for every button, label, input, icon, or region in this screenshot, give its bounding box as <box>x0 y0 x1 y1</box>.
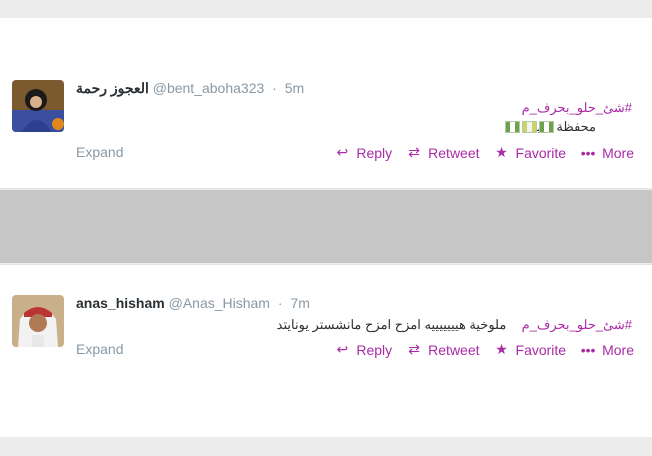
star-icon: ★ <box>495 144 508 160</box>
money-emoji-icon <box>505 121 520 133</box>
tweet-actions: ↩ Reply ⇄ Retweet ★ Favorite ••• More <box>334 341 634 358</box>
expand-link[interactable]: Expand <box>76 341 123 357</box>
separator: · <box>277 295 283 311</box>
reply-arrow-icon: ↩ <box>336 341 349 357</box>
reply-arrow-icon: ↩ <box>336 144 349 160</box>
more-button[interactable]: ••• More <box>580 145 634 161</box>
more-button[interactable]: ••• More <box>580 342 634 358</box>
favorite-label: Favorite <box>515 144 567 161</box>
retweet-arrows-icon: ⇄ <box>408 341 421 357</box>
money-emoji-icon <box>522 121 537 133</box>
tweet-hashtag-line: #شئ_حلو_بحرف_م <box>522 100 632 116</box>
reply-button[interactable]: ↩ Reply <box>334 144 392 161</box>
star-icon: ★ <box>495 341 508 357</box>
tweet-text: #شئ_حلو_بحرف_م ملوخية هيييييييه امزح امز… <box>277 317 632 333</box>
username[interactable]: @bent_aboha323 <box>153 80 265 96</box>
favorite-label: Favorite <box>515 341 567 358</box>
timeline-gap <box>0 190 652 263</box>
ellipsis-icon: ••• <box>580 144 596 161</box>
emoji-row <box>505 121 554 133</box>
retweet-arrows-icon: ⇄ <box>408 144 421 160</box>
username[interactable]: @Anas_Hisham <box>169 295 270 311</box>
tweet-header: anas_hisham @Anas_Hisham · 7m <box>76 295 310 311</box>
fullname[interactable]: العجوز رحمة <box>76 80 149 96</box>
hashtag-link[interactable]: #شئ_حلو_بحرف_م <box>522 317 632 332</box>
avatar[interactable] <box>12 80 64 132</box>
reply-button[interactable]: ↩ Reply <box>334 341 392 358</box>
tweet-card: anas_hisham @Anas_Hisham · 7m #شئ_حلو_بح… <box>0 264 652 437</box>
ellipsis-icon: ••• <box>580 341 596 358</box>
tweet-actions: ↩ Reply ⇄ Retweet ★ Favorite ••• More <box>334 144 634 161</box>
tweet-text-body: ملوخية هيييييييه امزح امزح مانشستر يوناي… <box>276 317 507 332</box>
reply-label: Reply <box>356 341 393 358</box>
avatar[interactable] <box>12 295 64 347</box>
retweet-label: Retweet <box>428 144 480 161</box>
timestamp[interactable]: 7m <box>290 295 309 311</box>
favorite-button[interactable]: ★ Favorite <box>494 341 567 358</box>
retweet-button[interactable]: ⇄ Retweet <box>406 144 479 161</box>
retweet-label: Retweet <box>428 341 480 358</box>
timestamp[interactable]: 5m <box>285 80 304 96</box>
tweet-header: العجوز رحمة @bent_aboha323 · 5m <box>76 80 304 97</box>
separator: · <box>272 80 277 96</box>
tweet-card: العجوز رحمة @bent_aboha323 · 5m #شئ_حلو_… <box>0 18 652 189</box>
money-emoji-icon <box>539 121 554 133</box>
retweet-button[interactable]: ⇄ Retweet <box>406 341 479 358</box>
expand-link[interactable]: Expand <box>76 144 123 160</box>
reply-label: Reply <box>356 144 393 161</box>
more-label: More <box>602 144 634 161</box>
favorite-button[interactable]: ★ Favorite <box>494 144 567 161</box>
hashtag-link[interactable]: #شئ_حلو_بحرف_م <box>522 100 632 115</box>
fullname[interactable]: anas_hisham <box>76 295 165 311</box>
more-label: More <box>602 341 634 358</box>
